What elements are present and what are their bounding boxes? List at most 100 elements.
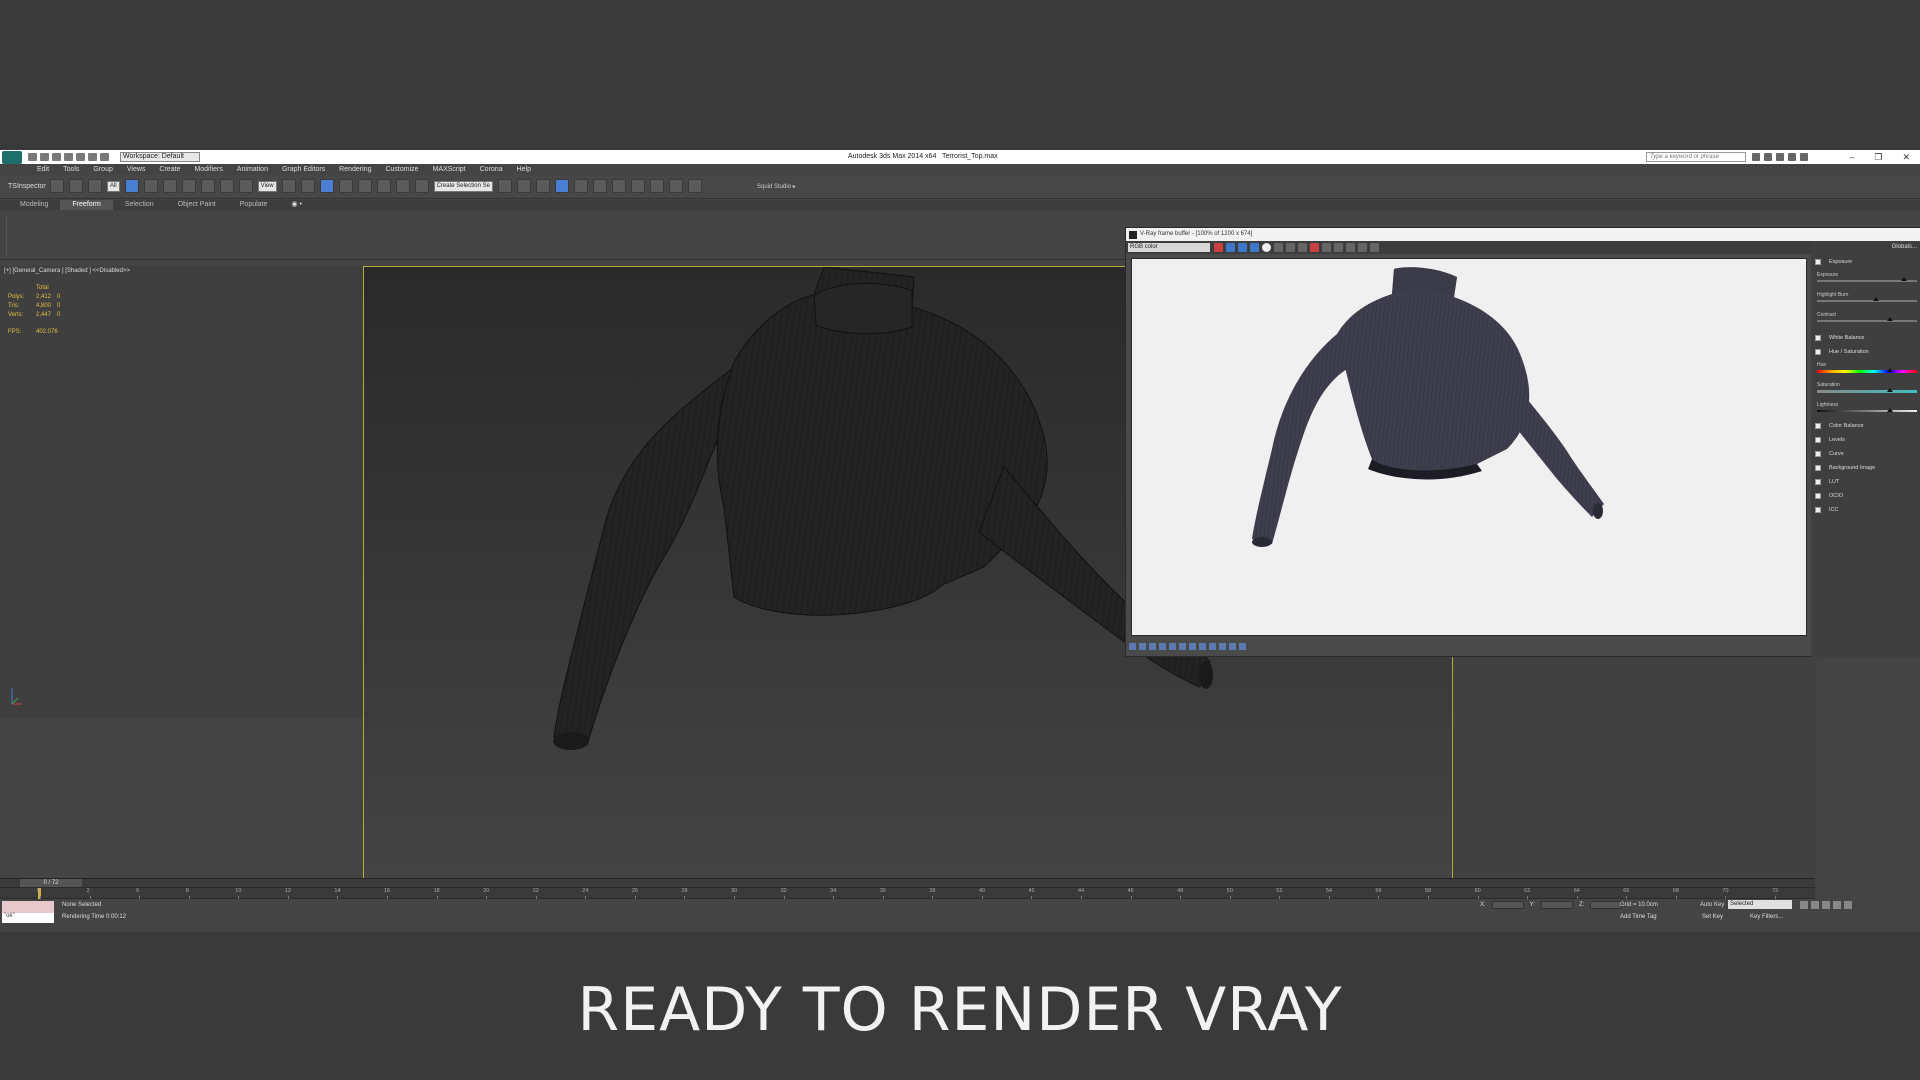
- key-selection-dropdown[interactable]: Selected: [1728, 900, 1792, 909]
- auto-key-button[interactable]: Auto Key: [1700, 902, 1724, 908]
- render-last-icon[interactable]: [1358, 243, 1367, 252]
- angle-snap-icon[interactable]: [357, 179, 372, 193]
- vfb-bottom-icon-6[interactable]: [1179, 642, 1186, 650]
- menu-graph-editors[interactable]: Graph Editors: [275, 164, 332, 175]
- time-slider[interactable]: 0 / 72: [0, 878, 1815, 887]
- layer-manager-icon[interactable]: [535, 179, 550, 193]
- play-icon[interactable]: [1822, 901, 1830, 909]
- contrast-slider[interactable]: [1817, 320, 1917, 322]
- tab-populate[interactable]: Populate: [228, 200, 280, 210]
- green-channel-icon[interactable]: [1238, 243, 1247, 252]
- vfb-bottom-icon-10[interactable]: [1219, 642, 1226, 650]
- hold-icon[interactable]: [88, 153, 97, 161]
- align-icon[interactable]: [516, 179, 531, 193]
- x-field[interactable]: [1491, 901, 1524, 909]
- key-filters-button[interactable]: Key Filters...: [1750, 914, 1783, 920]
- set-key-button[interactable]: Set Key: [1702, 914, 1723, 920]
- schematic-view-icon[interactable]: [592, 179, 607, 193]
- menu-group[interactable]: Group: [86, 164, 119, 175]
- move-icon[interactable]: [200, 179, 215, 193]
- vfb-bottom-icon-1[interactable]: [1129, 642, 1136, 650]
- vfb-bottom-icon-4[interactable]: [1159, 642, 1166, 650]
- maxscript-listener-box[interactable]: [2, 901, 54, 913]
- app-logo-icon[interactable]: [2, 151, 22, 164]
- hue-saturation-checkbox[interactable]: [1815, 349, 1821, 355]
- saturation-slider[interactable]: [1817, 390, 1917, 393]
- tab-modeling[interactable]: Modeling: [8, 200, 60, 210]
- spinner-snap-icon[interactable]: [395, 179, 410, 193]
- duplicate-icon[interactable]: [1322, 243, 1331, 252]
- red-channel-icon[interactable]: [1226, 243, 1235, 252]
- tab-freeform[interactable]: Freeform: [60, 200, 113, 210]
- y-field[interactable]: [1541, 901, 1574, 909]
- channel-dropdown[interactable]: RGB color: [1128, 243, 1210, 252]
- lut-checkbox[interactable]: [1815, 479, 1821, 485]
- hue-saturation-toggle[interactable]: Hue / Saturation: [1815, 349, 1869, 355]
- select-manipulate-icon[interactable]: [300, 179, 315, 193]
- background-image-toggle[interactable]: Background Image: [1815, 465, 1875, 471]
- rotate-icon[interactable]: [219, 179, 234, 193]
- redo-icon[interactable]: [76, 153, 85, 161]
- vfb-title-bar[interactable]: V-Ray frame buffer - [100% of 1200 x 674…: [1126, 228, 1920, 241]
- menu-edit[interactable]: Edit: [30, 164, 56, 175]
- unlink-icon[interactable]: [69, 179, 83, 193]
- clear-image-icon[interactable]: [1310, 243, 1319, 252]
- menu-customize[interactable]: Customize: [378, 164, 425, 175]
- z-field[interactable]: [1590, 901, 1623, 909]
- curve-editor-icon[interactable]: [573, 179, 588, 193]
- edit-named-selection-icon[interactable]: [414, 179, 429, 193]
- save-file-icon[interactable]: [52, 153, 61, 161]
- rendered-image[interactable]: [1131, 258, 1807, 636]
- vfb-bottom-icon-11[interactable]: [1229, 642, 1236, 650]
- minimize-button[interactable]: –: [1849, 150, 1854, 164]
- vfb-bottom-icon-3[interactable]: [1149, 642, 1156, 650]
- vfb-bottom-icon-5[interactable]: [1169, 642, 1176, 650]
- menu-create[interactable]: Create: [152, 164, 187, 175]
- region-render-icon[interactable]: [1346, 243, 1355, 252]
- vfb-bottom-icon-8[interactable]: [1199, 642, 1206, 650]
- stop-render-icon[interactable]: [1370, 243, 1379, 252]
- menu-modifiers[interactable]: Modifiers: [187, 164, 229, 175]
- ocio-checkbox[interactable]: [1815, 493, 1821, 499]
- blue-channel-icon[interactable]: [1250, 243, 1259, 252]
- workspace-dropdown[interactable]: Workspace: Default: [120, 152, 200, 162]
- icc-toggle[interactable]: ICC: [1815, 507, 1838, 513]
- hue-slider[interactable]: [1817, 370, 1917, 373]
- load-image-icon[interactable]: [1298, 243, 1307, 252]
- background-image-checkbox[interactable]: [1815, 465, 1821, 471]
- favorites-icon[interactable]: [1788, 153, 1796, 161]
- alpha-channel-icon[interactable]: [1262, 243, 1271, 252]
- open-file-icon[interactable]: [40, 153, 49, 161]
- vfb-bottom-icon-2[interactable]: [1139, 642, 1146, 650]
- track-bar[interactable]: 0 2 6 8 10 12 14 16 18 20 22 24 26 28 30 32 34 36 38 40 42 44…: [0, 887, 1815, 900]
- link-icon[interactable]: [50, 179, 64, 193]
- snaps-toggle-icon[interactable]: [338, 179, 353, 193]
- highlight-burn-thumb[interactable]: [1873, 297, 1879, 301]
- squid-studio-button[interactable]: Squid Studio ▸: [757, 183, 796, 190]
- search-input[interactable]: Type a keyword or phrase: [1646, 152, 1746, 162]
- named-selection-dropdown[interactable]: Create Selection Se: [433, 180, 493, 192]
- rectangular-selection-icon[interactable]: [162, 179, 177, 193]
- color-balance-toggle[interactable]: Color Balance: [1815, 423, 1864, 429]
- scale-icon[interactable]: [238, 179, 253, 193]
- window-crossing-icon[interactable]: [181, 179, 196, 193]
- color-picker-icon[interactable]: [1214, 243, 1223, 252]
- time-slider-frame[interactable]: 0 / 72: [20, 879, 82, 887]
- mono-icon[interactable]: [1274, 243, 1283, 252]
- vfb-bottom-icon-12[interactable]: [1239, 642, 1246, 650]
- next-frame-icon[interactable]: [1833, 901, 1841, 909]
- render-setup-icon[interactable]: [630, 179, 645, 193]
- previous-frame-icon[interactable]: [1811, 901, 1819, 909]
- material-editor-icon[interactable]: [611, 179, 626, 193]
- ribbon-toggle-icon[interactable]: ◉ •: [279, 200, 314, 210]
- rendered-frame-window-icon[interactable]: [649, 179, 664, 193]
- mirror-icon[interactable]: [497, 179, 512, 193]
- levels-checkbox[interactable]: [1815, 437, 1821, 443]
- close-button[interactable]: ✕: [1902, 150, 1910, 164]
- menu-tools[interactable]: Tools: [56, 164, 86, 175]
- render-production-icon[interactable]: [668, 179, 683, 193]
- add-time-tag[interactable]: Add Time Tag: [1620, 914, 1657, 920]
- select-by-name-icon[interactable]: [143, 179, 158, 193]
- restore-button[interactable]: ❐: [1874, 150, 1882, 164]
- subscription-icon[interactable]: [1764, 153, 1772, 161]
